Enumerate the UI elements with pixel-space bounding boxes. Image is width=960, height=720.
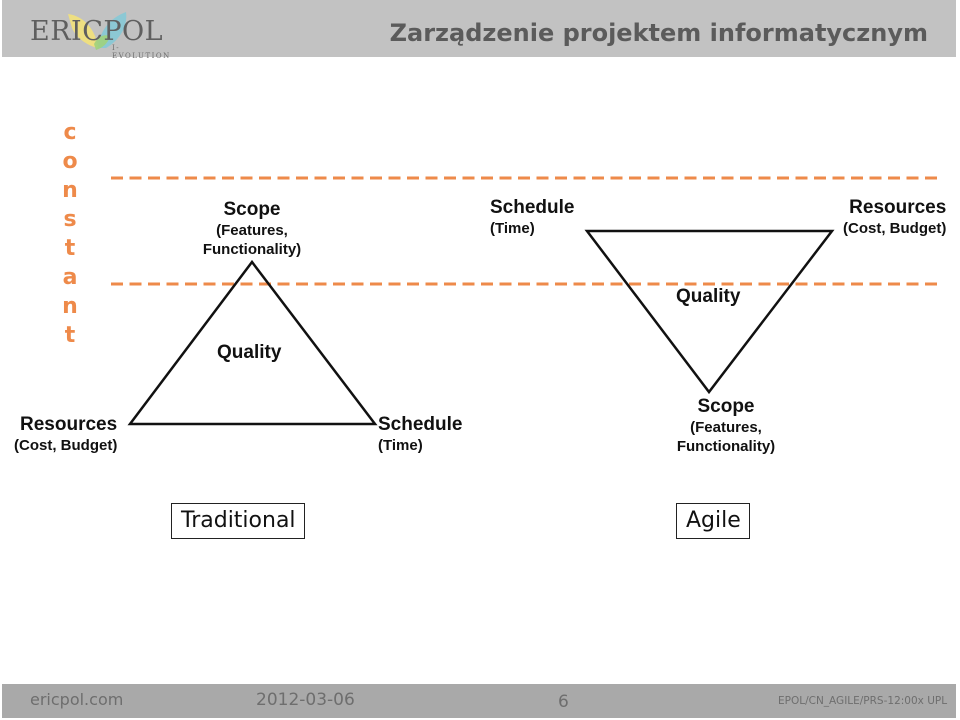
agile-resources-subtitle: (Cost, Budget) (843, 220, 947, 237)
traditional-quality-label: Quality (217, 342, 282, 363)
traditional-scope-line1: (Features, (216, 222, 288, 239)
agile-caption: Agile (676, 503, 750, 539)
agile-schedule-title: Schedule (490, 197, 575, 218)
agile-schedule-label: Schedule (Time) (490, 197, 574, 239)
traditional-resources-subtitle: (Cost, Budget) (14, 437, 118, 454)
traditional-schedule-title: Schedule (378, 414, 463, 435)
iron-triangle-diagram (111, 176, 942, 426)
footer-document-id: EPOL/CN_AGILE/PRS-12:00x UPL (778, 695, 948, 707)
traditional-schedule-label: Schedule (Time) (378, 414, 462, 456)
footer-bar: ericpol.com 2012-03-06 6 EPOL/CN_AGILE/P… (2, 684, 956, 718)
agile-scope-line1: (Features, (690, 419, 762, 436)
footer-website: ericpol.com (30, 690, 124, 709)
agile-scope-label: Scope (Features, Functionality) (664, 396, 788, 456)
traditional-resources-label: Resources (Cost, Budget) (14, 414, 117, 456)
agile-schedule-subtitle: (Time) (490, 220, 535, 237)
traditional-scope-label: Scope (Features, Functionality) (190, 199, 314, 259)
traditional-scope-title: Scope (223, 199, 281, 220)
agile-scope-line2: Functionality) (676, 438, 776, 455)
traditional-scope-line2: Functionality) (202, 241, 302, 258)
agile-resources-label: Resources (Cost, Budget) (843, 197, 946, 239)
agile-scope-title: Scope (697, 396, 755, 417)
traditional-caption: Traditional (171, 503, 305, 539)
footer-date: 2012-03-06 (256, 690, 355, 710)
traditional-schedule-subtitle: (Time) (378, 437, 423, 454)
page-number: 6 (558, 692, 569, 712)
agile-quality-label: Quality (676, 286, 741, 307)
agile-resources-title: Resources (849, 197, 947, 218)
agile-inverted-triangle (584, 229, 835, 395)
traditional-resources-title: Resources (20, 414, 118, 435)
